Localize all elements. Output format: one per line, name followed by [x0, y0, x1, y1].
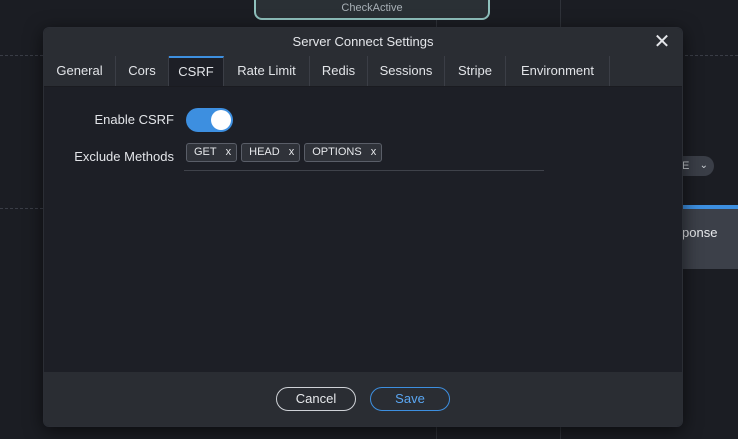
dialog-title-bar: Server Connect Settings ✕: [44, 28, 682, 56]
tag-list: GET x HEAD x OPTIONS x: [186, 143, 383, 162]
method-tag-head: HEAD x: [241, 143, 301, 162]
remove-tag-icon[interactable]: x: [289, 144, 295, 161]
tab-stripe[interactable]: Stripe: [445, 56, 506, 86]
tab-rate-limit[interactable]: Rate Limit: [224, 56, 310, 86]
flow-dropdown-label: E: [682, 160, 690, 172]
close-button[interactable]: ✕: [650, 30, 674, 54]
tag-label: HEAD: [249, 146, 280, 158]
toggle-knob: [211, 110, 231, 130]
flow-node-label: ponse: [682, 225, 718, 240]
flow-node-checkactive[interactable]: CheckActive: [254, 0, 490, 20]
settings-tabs: General Cors CSRF Rate Limit Redis Sessi…: [44, 56, 682, 87]
method-tag-options: OPTIONS x: [304, 143, 383, 162]
close-icon: ✕: [653, 31, 671, 53]
tab-environment[interactable]: Environment: [506, 56, 610, 86]
remove-tag-icon[interactable]: x: [226, 144, 232, 161]
tab-cors[interactable]: Cors: [116, 56, 169, 86]
server-connect-settings-dialog: Server Connect Settings ✕ General Cors C…: [43, 27, 683, 427]
method-tag-get: GET x: [186, 143, 238, 162]
tag-label: OPTIONS: [312, 146, 362, 158]
tab-general[interactable]: General: [44, 56, 116, 86]
flow-node-label: CheckActive: [341, 2, 403, 14]
enable-csrf-toggle[interactable]: [186, 108, 233, 132]
exclude-methods-input[interactable]: GET x HEAD x OPTIONS x: [184, 143, 544, 171]
dialog-title: Server Connect Settings: [292, 34, 434, 49]
dialog-footer: Cancel Save: [44, 372, 682, 426]
flow-node-response[interactable]: ponse: [682, 205, 738, 269]
tab-sessions[interactable]: Sessions: [368, 56, 445, 86]
exclude-methods-label: Exclude Methods: [74, 149, 174, 164]
tab-redis[interactable]: Redis: [310, 56, 368, 86]
enable-csrf-label: Enable CSRF: [94, 112, 174, 127]
tag-label: GET: [194, 146, 217, 158]
remove-tag-icon[interactable]: x: [371, 144, 377, 161]
cancel-button[interactable]: Cancel: [276, 387, 356, 411]
chevron-down-icon: ⌄: [699, 160, 708, 171]
csrf-settings-panel: Enable CSRF Exclude Methods GET x HEAD x…: [44, 87, 682, 373]
save-button[interactable]: Save: [370, 387, 450, 411]
tab-csrf[interactable]: CSRF: [169, 56, 224, 86]
